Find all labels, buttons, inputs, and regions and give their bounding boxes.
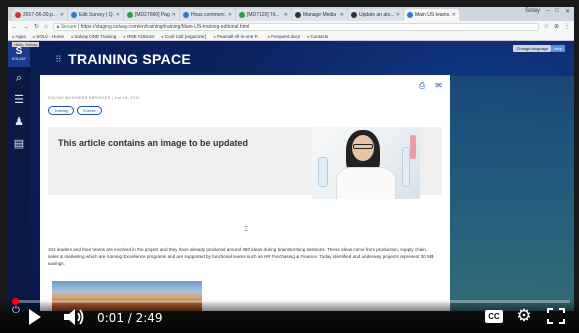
extensions-icon[interactable]: ⊕ [554, 23, 559, 30]
progress-scrubber[interactable] [12, 298, 19, 305]
bookmark-item[interactable]: Apps [12, 34, 26, 39]
browser-tab[interactable]: 2017-06-20.p... ✕ [12, 9, 67, 21]
browser-tab-strip: 2017-06-20.p... ✕ Edit Survey | Q... ✕ [MD… [8, 7, 574, 21]
browser-menu-icon[interactable]: ⋮ [564, 23, 570, 30]
tab-favicon-icon [183, 12, 189, 18]
article-tags: Training Events [48, 106, 102, 115]
bookmark-item[interactable]: Pearsall All-in-one P... [213, 34, 261, 39]
glasses-shape [353, 144, 373, 149]
bookmark-item[interactable]: Solvay ONE Training [71, 34, 117, 39]
browser-tab[interactable]: Manage Media ✕ [292, 9, 347, 21]
tab-favicon-icon [71, 12, 77, 18]
mouse-cursor-icon: ⌶ [244, 226, 249, 233]
close-icon[interactable]: ✕ [340, 12, 344, 18]
page-title: ⫶⫶ TRAINING SPACE [56, 51, 192, 67]
article-hero: This article contains an image to be upd… [48, 127, 442, 199]
flask-shape [318, 157, 328, 187]
article-card: ⎙ ✉ SOLVAY BUSINESS SERVICES | Jun 15, 2… [40, 75, 450, 311]
article-actions: ⎙ ✉ [419, 81, 442, 91]
back-icon[interactable]: ← [12, 24, 18, 30]
close-icon[interactable]: ✕ [172, 12, 176, 18]
bookmark-item[interactable]: Contacts [307, 34, 329, 39]
browser-tab[interactable]: Update an ato... ✕ [348, 9, 403, 21]
play-icon[interactable] [29, 309, 41, 325]
forward-icon[interactable]: → [23, 24, 29, 30]
tag-events[interactable]: Events [77, 106, 102, 115]
bookmark-item[interactable]: ONE AODocs [123, 34, 155, 39]
flask-shape [410, 135, 416, 159]
background-scenery [450, 76, 574, 311]
close-icon[interactable]: ✕ [452, 12, 456, 18]
article-title: This article contains an image to be upd… [58, 138, 249, 148]
close-icon[interactable]: ✕ [60, 12, 64, 18]
user-icon[interactable]: ♟ [11, 115, 27, 129]
close-icon[interactable]: ✕ [116, 12, 120, 18]
url-input[interactable]: 🔒︎ Secure | https://staging.solvay.com/e… [52, 22, 539, 31]
browser-tab-active[interactable]: Main US teams... ✕ [404, 9, 459, 21]
power-icon[interactable]: ⏻ [12, 305, 20, 316]
coat-shape [336, 167, 396, 199]
star-icon[interactable]: ☆ [544, 23, 549, 30]
email-icon[interactable]: ✉ [435, 81, 442, 91]
reload-icon[interactable]: ↻ [34, 23, 39, 30]
close-icon[interactable]: ✕ [228, 12, 232, 18]
video-progress-bar[interactable] [12, 298, 570, 305]
video-frame: 2017-06-20.p... ✕ Edit Survey | Q... ✕ [MD… [0, 0, 579, 333]
change-language-button[interactable]: Change language [513, 45, 551, 52]
tag-training[interactable]: Training [48, 106, 75, 115]
volume-icon[interactable] [64, 308, 84, 326]
web-page: S SOLVAY ⌕ ☰ ♟ ▤ Hello, Solvay ⫶⫶ TRAINI… [8, 41, 574, 311]
tab-favicon-icon [295, 12, 301, 18]
print-icon[interactable]: ⎙ [419, 81, 425, 91]
video-time: 0:01 / 2:49 [97, 311, 163, 325]
card-icon[interactable]: ▤ [11, 137, 27, 151]
tab-favicon-icon [407, 12, 413, 18]
address-bar: ← → ↻ ⌂ 🔒︎ Secure | https://staging.solv… [8, 21, 574, 32]
tab-favicon-icon [15, 12, 21, 18]
close-window-icon[interactable]: ✕ [565, 8, 570, 15]
bookmark-item[interactable]: Frequent docs [268, 34, 300, 39]
article-body: 104 leaders and their teams are involved… [48, 247, 434, 266]
bookmark-item[interactable]: SOLV - Home [33, 34, 64, 39]
settings-gear-icon[interactable]: ⚙ [515, 307, 533, 325]
left-nav: S SOLVAY ⌕ ☰ ♟ ▤ [8, 41, 30, 311]
home-icon[interactable]: ⌂ [44, 24, 48, 30]
minimize-icon[interactable]: – [546, 8, 549, 15]
captions-button[interactable]: CC [485, 310, 503, 323]
flask-shape [402, 147, 410, 187]
scientist-photo [312, 127, 420, 199]
user-label: Solay [524, 8, 540, 14]
maximize-icon[interactable]: □ [555, 8, 559, 15]
menu-icon[interactable]: ☰ [11, 93, 27, 107]
fullscreen-icon[interactable] [547, 308, 565, 324]
search-icon[interactable]: ⌕ [11, 71, 27, 85]
browser-tab[interactable]: [MD7120] Tit... ✕ [236, 9, 291, 21]
close-icon[interactable]: ✕ [396, 12, 400, 18]
article-meta: SOLVAY BUSINESS SERVICES | Jun 15, 2017 [48, 95, 140, 100]
browser-tab[interactable]: Edit Survey | Q... ✕ [68, 9, 123, 21]
window-controls: Solay – □ ✕ [525, 8, 570, 15]
browser-tab[interactable]: [MD27660] Page...✕ [124, 9, 179, 21]
browser-tab[interactable]: Hous commerc... ✕ [180, 9, 235, 21]
bookmarks-bar: Apps SOLV - Home Solvay ONE Training ONE… [8, 32, 574, 41]
tab-favicon-icon [127, 12, 133, 18]
training-icon: ⫶⫶ [56, 53, 62, 64]
bookmark-item[interactable]: Conf Call (organizer) [161, 34, 207, 39]
tab-favicon-icon [351, 12, 357, 18]
tab-favicon-icon [239, 12, 245, 18]
help-button[interactable]: Help [550, 45, 565, 52]
close-icon[interactable]: ✕ [284, 12, 288, 18]
hello-label: Hello, Solvay [12, 42, 40, 47]
